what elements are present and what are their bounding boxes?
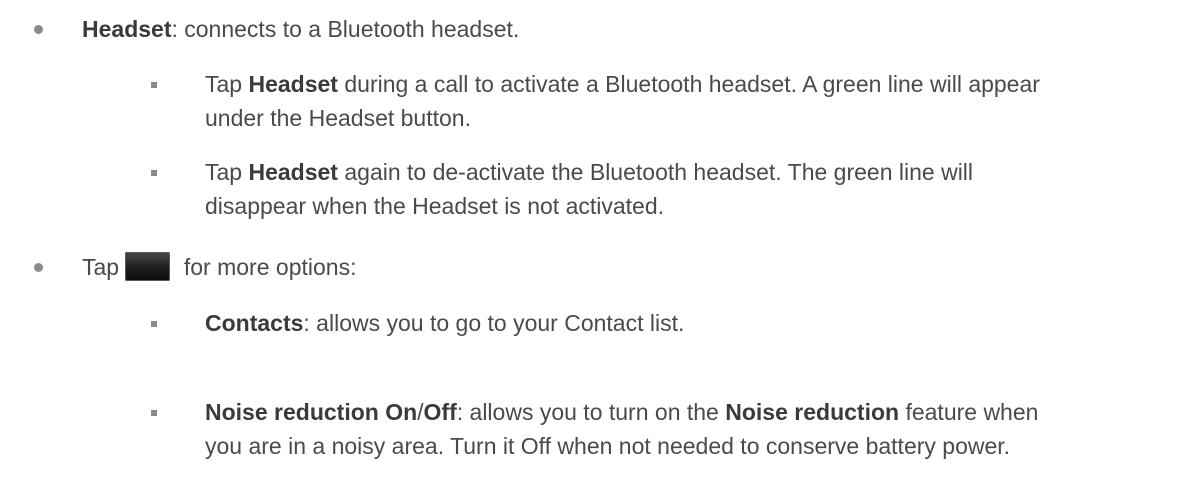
term-headset: Headset bbox=[248, 71, 338, 97]
term-headset: Headset bbox=[248, 159, 338, 185]
sub-item-contacts: Contacts: allows you to go to your Conta… bbox=[205, 310, 685, 336]
bullet-dot bbox=[34, 25, 43, 34]
sub-bullet-square bbox=[151, 410, 157, 416]
list-item-more-options: Tap for more options: bbox=[82, 254, 357, 280]
sub-item-deactivate-line2: disappear when the Headset is not activa… bbox=[205, 193, 665, 219]
sub-bullet-square bbox=[151, 170, 157, 176]
sub-item-activate: Tap Headset during a call to activate a … bbox=[205, 71, 1040, 97]
term-noise-reduction-on: Noise reduction On bbox=[205, 399, 418, 425]
sub-item-noise-reduction: Noise reduction On/Off: allows you to tu… bbox=[205, 399, 1039, 425]
list-item-headset: Headset: connects to a Bluetooth headset… bbox=[82, 11, 519, 47]
menu-icon bbox=[125, 252, 170, 281]
term-off: Off bbox=[423, 399, 457, 425]
term-headset: Headset bbox=[82, 16, 172, 42]
term-noise-reduction: Noise reduction bbox=[725, 399, 900, 425]
sub-bullet-square bbox=[151, 321, 157, 327]
sub-item-activate-line2: under the Headset button. bbox=[205, 105, 471, 131]
term-contacts: Contacts bbox=[205, 310, 304, 336]
sub-item-deactivate: Tap Headset again to de-activate the Blu… bbox=[205, 159, 974, 185]
headset-description: : connects to a Bluetooth headset. bbox=[171, 16, 520, 42]
sub-bullet-square bbox=[151, 82, 157, 88]
bullet-dot bbox=[34, 263, 43, 272]
sub-item-noise-reduction-line2: you are in a noisy area. Turn it Off whe… bbox=[205, 433, 1011, 459]
